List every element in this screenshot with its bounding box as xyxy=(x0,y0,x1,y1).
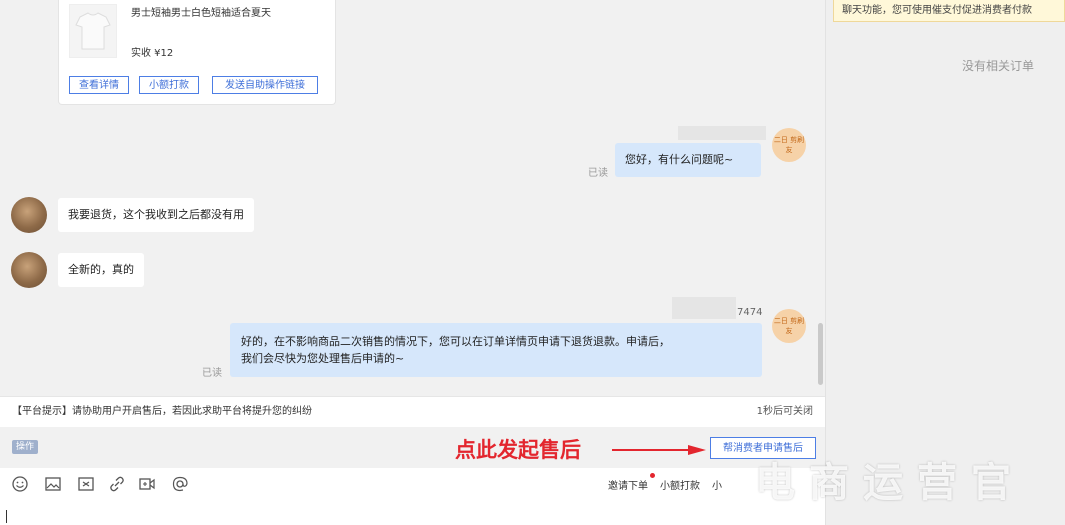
image-icon[interactable] xyxy=(44,475,62,493)
message-bubble: 好的，在不影响商品二次销售的情况下，您可以在订单详情页申请下退货退款。申请后， … xyxy=(230,323,762,377)
sender-name-suffix: 7474 xyxy=(737,307,763,318)
product-price: 实收 ¥12 xyxy=(131,48,174,59)
chat-area: 男士短袖男士白色短袖适合夏天 实收 ¥12 查看详情 小额打款 发送自助操作链接… xyxy=(0,0,825,525)
emoji-icon[interactable] xyxy=(11,475,29,493)
chat-scrollbar[interactable] xyxy=(818,323,823,385)
operation-tag: 操作 xyxy=(12,440,39,454)
at-icon[interactable] xyxy=(171,475,189,493)
red-arrow-icon xyxy=(612,445,706,455)
notification-dot xyxy=(650,473,655,478)
more-toolbar-button[interactable]: 小 xyxy=(712,477,722,492)
sender-name-redacted xyxy=(678,126,766,140)
read-status: 已读 xyxy=(202,368,222,379)
read-status: 已读 xyxy=(588,168,608,179)
operation-bar: 操作 点此发起售后 帮消费者申请售后 xyxy=(0,427,825,467)
product-card: 男士短袖男士白色短袖适合夏天 实收 ¥12 查看详情 小额打款 发送自助操作链接 xyxy=(58,0,336,105)
customer-avatar xyxy=(11,252,47,288)
message-bubble: 我要退货，这个我收到之后都没有用 xyxy=(58,198,254,232)
orders-panel xyxy=(825,0,1065,525)
product-name: 男士短袖男士白色短袖适合夏天 xyxy=(131,8,271,19)
video-icon[interactable] xyxy=(138,475,156,493)
no-orders-text: 没有相关订单 xyxy=(962,59,1035,73)
input-toolbar: 邀请下单 小额打款 小 xyxy=(0,468,825,500)
message-input[interactable] xyxy=(0,500,825,525)
watermark-logo: 电商运营官 xyxy=(755,460,1025,506)
product-thumbnail xyxy=(69,4,117,58)
message-line: 好的，在不影响商品二次销售的情况下，您可以在订单详情页申请下退货退款。申请后， xyxy=(241,335,670,348)
invite-order-button[interactable]: 邀请下单 xyxy=(608,477,648,492)
sender-name-redacted xyxy=(672,297,736,319)
notice-banner: 聊天功能，您可使用催支付促进消费者付款 xyxy=(833,0,1065,22)
message-line: 我们会尽快为您处理售后申请的~ xyxy=(241,352,405,365)
message-bubble: 全新的，真的 xyxy=(58,253,144,287)
tip-close-countdown[interactable]: 1秒后可关闭 xyxy=(757,397,813,427)
platform-tip-bar: 【平台提示】请协助用户开启售后，若因此求助平台将提升您的纠纷 1秒后可关闭 xyxy=(0,396,825,427)
customer-avatar xyxy=(11,197,47,233)
send-self-service-link-button[interactable]: 发送自助操作链接 xyxy=(212,76,318,94)
shop-avatar: 二日 剪刷友 xyxy=(772,309,806,343)
link-icon[interactable] xyxy=(108,475,126,493)
message-bubble: 您好，有什么问题呢~ xyxy=(615,143,761,177)
screenshot-icon[interactable] xyxy=(77,475,95,493)
text-caret xyxy=(6,510,7,523)
view-details-button[interactable]: 查看详情 xyxy=(69,76,129,94)
annotation-text: 点此发起售后 xyxy=(455,438,581,462)
platform-tip-text: 【平台提示】请协助用户开启售后，若因此求助平台将提升您的纠纷 xyxy=(12,406,312,417)
small-pay-toolbar-button[interactable]: 小额打款 xyxy=(660,477,700,492)
shop-avatar: 二日 剪刷友 xyxy=(772,128,806,162)
small-pay-button[interactable]: 小额打款 xyxy=(139,76,199,94)
